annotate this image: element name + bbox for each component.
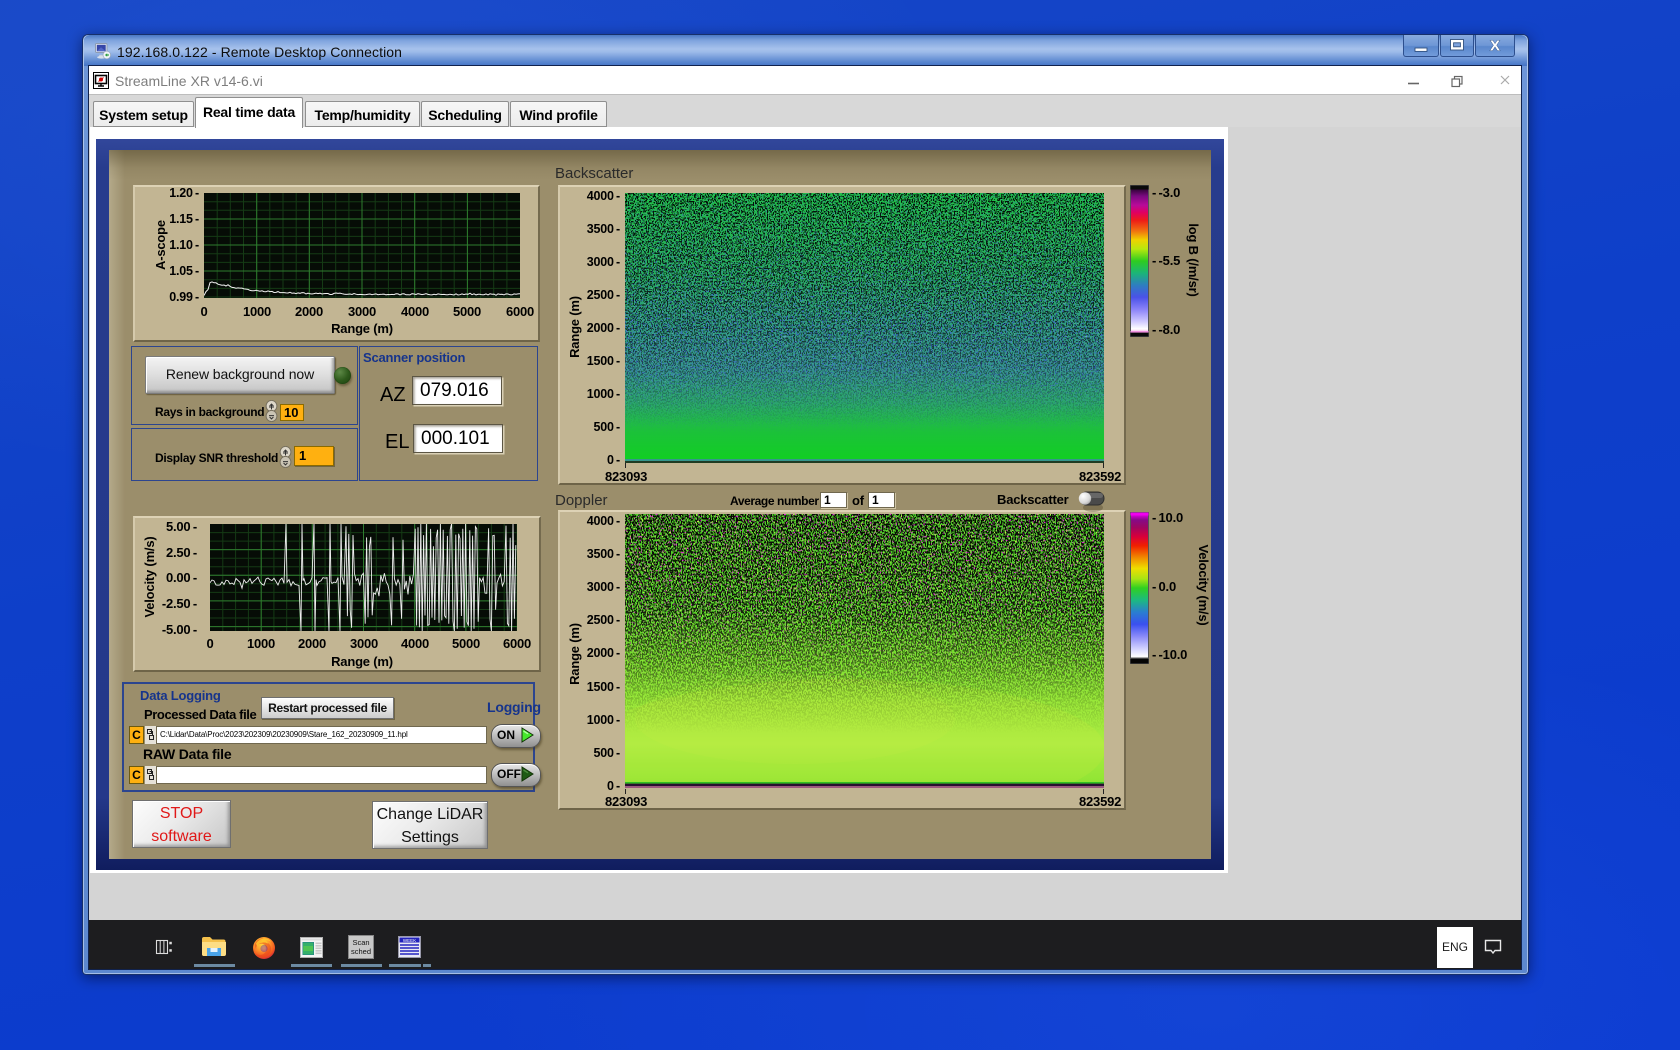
- svg-text:Scan: Scan: [352, 938, 369, 947]
- svg-text:WEEK: WEEK: [403, 938, 416, 943]
- svg-text:X: X: [1490, 38, 1500, 55]
- svg-text:sched: sched: [351, 947, 371, 956]
